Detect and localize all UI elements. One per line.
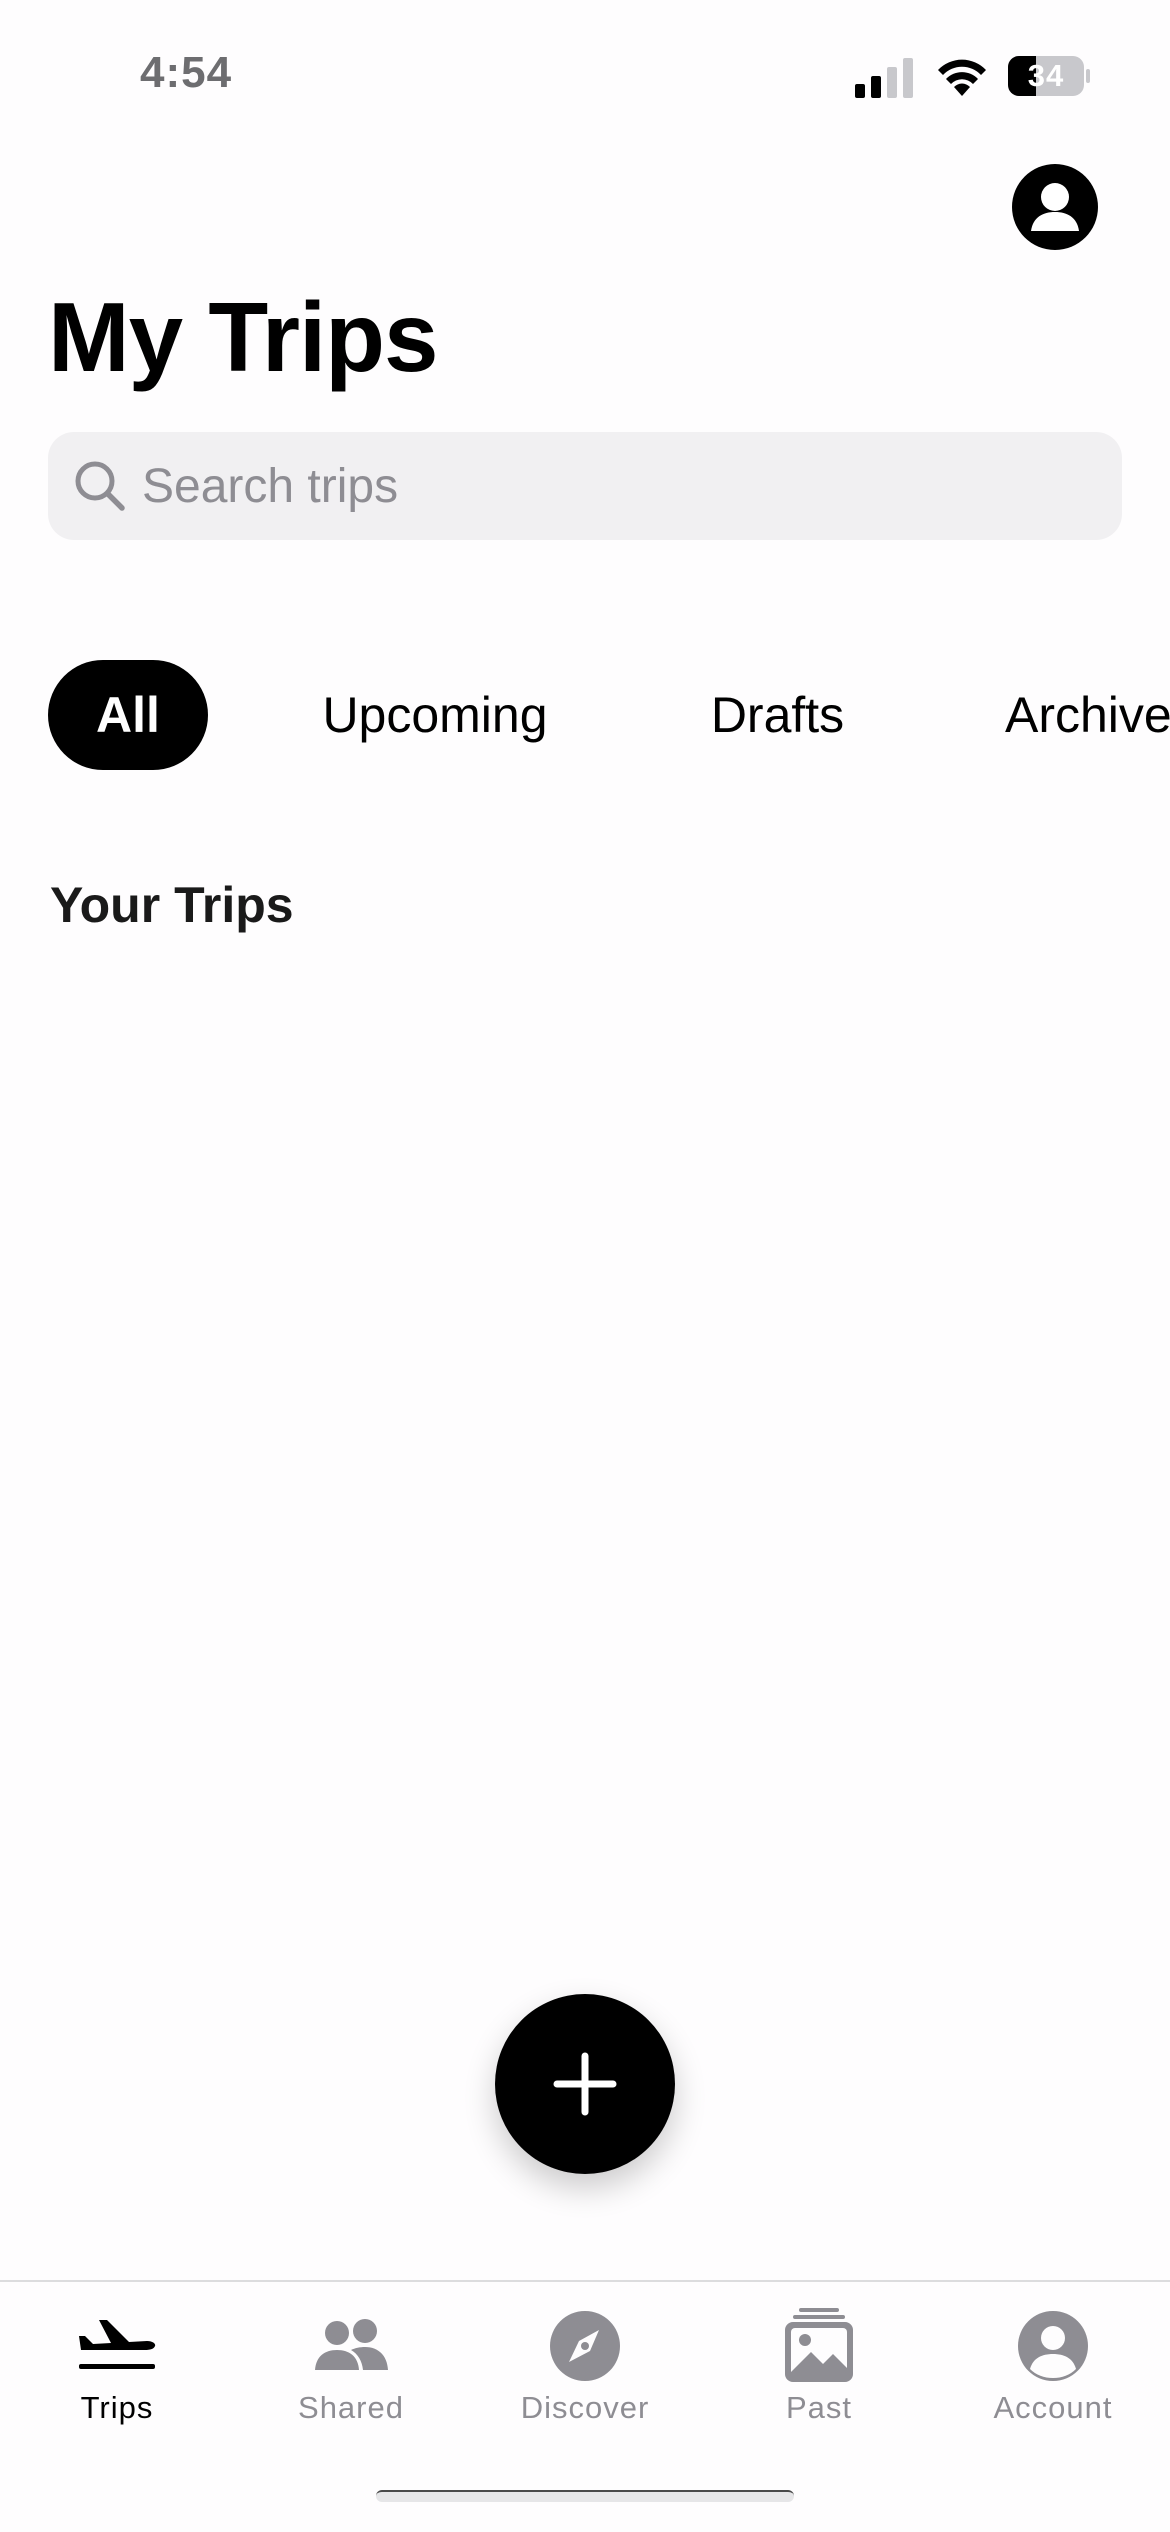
search-icon — [75, 461, 125, 511]
filter-chip-label: Upcoming — [322, 687, 548, 743]
tab-shared[interactable]: Shared — [234, 2282, 468, 2452]
photo-stack-icon — [785, 2308, 853, 2382]
home-indicator[interactable] — [376, 2490, 794, 2502]
airplane-icon — [79, 2320, 156, 2369]
status-bar: 4:54 34 — [0, 0, 1170, 150]
filter-chip-upcoming[interactable]: Upcoming — [300, 660, 570, 770]
add-trip-button[interactable] — [495, 1994, 675, 2174]
filter-tabs: All Upcoming Drafts Archive — [0, 660, 1170, 770]
search-bar[interactable] — [48, 432, 1122, 540]
person-circle-icon — [1031, 183, 1079, 231]
filter-chip-label: All — [96, 687, 160, 743]
filter-chip-all[interactable]: All — [48, 660, 208, 770]
battery-icon: 34 — [1008, 56, 1090, 96]
tab-label: Account — [993, 2390, 1113, 2425]
account-icon — [1018, 2311, 1088, 2381]
filter-chip-label: Drafts — [710, 687, 845, 743]
tab-discover[interactable]: Discover — [468, 2282, 702, 2452]
page-title: My Trips — [48, 282, 439, 392]
plus-icon — [553, 2052, 617, 2116]
tab-past[interactable]: Past — [702, 2282, 936, 2452]
profile-button[interactable] — [1012, 164, 1098, 250]
cellular-signal-icon — [855, 58, 913, 98]
battery-level: 34 — [1027, 58, 1065, 93]
status-time: 4:54 — [140, 48, 233, 97]
tab-label: Discover — [520, 2390, 650, 2425]
wifi-icon — [938, 59, 986, 96]
filter-chip-label: Archive — [1005, 687, 1170, 743]
people-icon — [315, 2319, 388, 2370]
filter-chip-archive[interactable]: Archive — [1005, 660, 1170, 770]
tab-label: Trips — [80, 2390, 154, 2425]
tab-label: Shared — [298, 2390, 404, 2425]
tab-trips[interactable]: Trips — [0, 2282, 234, 2452]
search-input[interactable] — [142, 432, 1092, 540]
tab-label: Past — [785, 2390, 853, 2425]
compass-icon — [550, 2311, 620, 2381]
section-heading: Your Trips — [50, 877, 294, 933]
tab-account[interactable]: Account — [936, 2282, 1170, 2452]
filter-chip-drafts[interactable]: Drafts — [690, 660, 865, 770]
